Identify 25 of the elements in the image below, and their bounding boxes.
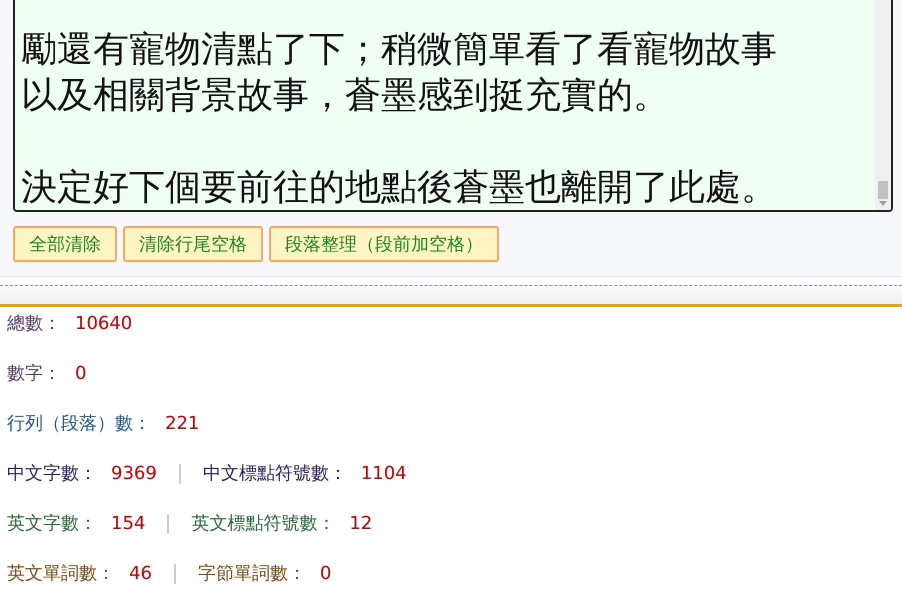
action-button[interactable]: 全部清除 [13,226,117,262]
stat-label: 中文字數： [7,463,97,485]
stat-label: 英文單詞數： [7,563,115,585]
stat-label: 總數： [7,313,61,335]
stat-value: 1104 [360,463,407,485]
stat-value: 0 [75,363,86,385]
scrollbar[interactable] [875,0,891,210]
stat-label: 行列（段落）數： [7,413,151,435]
stat-label: 中文標點符號數： [202,463,347,485]
stat-label: 數字： [7,363,61,385]
stat-value: 221 [165,413,200,435]
stat-value: 12 [349,513,372,535]
text-area[interactable]: 勵還有寵物清點了下；稍微簡單看了看寵物故事 以及相關背景故事，蒼墨感到挺充實的。 決定好下個要前往的地點後蒼墨也離開了此處。 [13,0,893,212]
stat-label: 英文字數： [7,513,97,535]
stat-label: 字節單詞數： [198,563,306,585]
stat-value: 0 [320,563,332,585]
action-button[interactable]: 段落整理（段前加空格） [269,226,499,262]
stat-value: 154 [111,513,146,535]
action-button[interactable]: 清除行尾空格 [123,226,263,262]
scrollbar-thumb[interactable] [878,181,888,199]
stat-value: 46 [129,563,152,585]
stat-label: 英文標點符號數： [191,513,336,535]
stat-value: 9369 [111,463,157,485]
stat-value: 10640 [75,313,132,335]
scroll-down-arrow-icon[interactable] [879,201,887,206]
